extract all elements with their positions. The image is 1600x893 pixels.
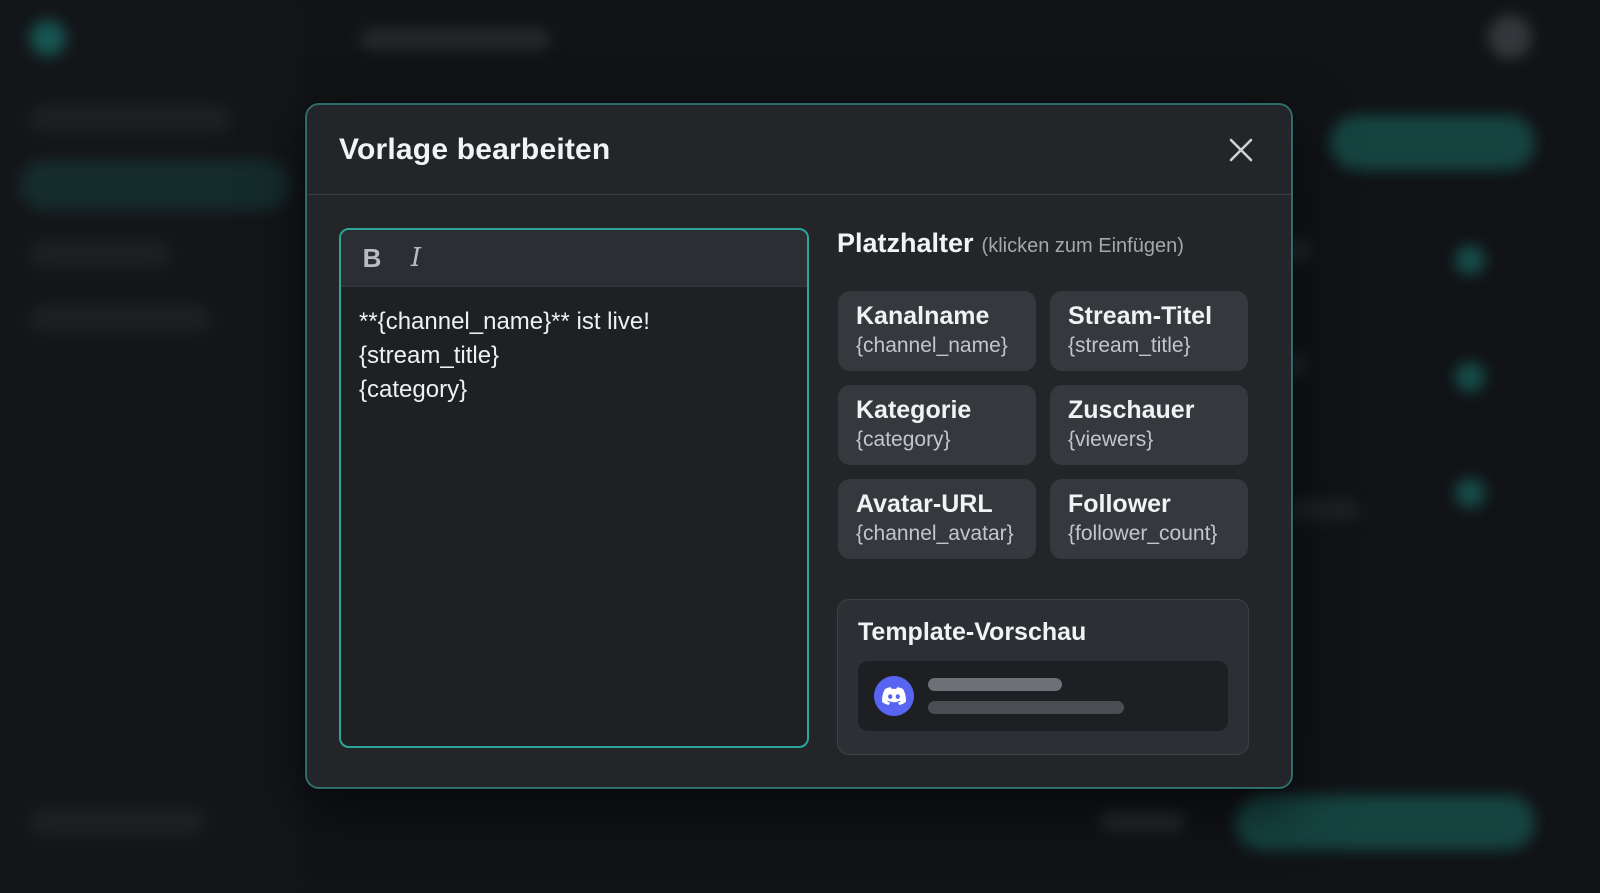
- bold-button[interactable]: B: [361, 243, 383, 274]
- template-editor[interactable]: B I **{channel_name}** ist live! {stream…: [339, 228, 809, 748]
- edit-template-dialog: Vorlage bearbeiten B I **{channel_name}*…: [305, 103, 1293, 789]
- editor-line: {stream_title}: [359, 342, 500, 369]
- avatar: [874, 676, 914, 716]
- placeholder-token: {stream_title}: [1068, 334, 1191, 357]
- editor-toolbar: B I: [341, 230, 807, 287]
- placeholder-token: {channel_avatar}: [856, 522, 1014, 545]
- placeholder-label: Stream-Titel: [1068, 302, 1213, 330]
- placeholders-heading: Platzhalter (klicken zum Einfügen): [837, 228, 1184, 259]
- placeholder-label: Follower: [1068, 490, 1171, 518]
- preview-title: Template-Vorschau: [858, 618, 1087, 646]
- dialog-title: Vorlage bearbeiten: [339, 132, 611, 166]
- placeholder-grid: Kanalname {channel_name} Stream-Titel {s…: [838, 291, 1248, 559]
- placeholder-label: Kanalname: [856, 302, 990, 330]
- skeleton-line: [928, 678, 1062, 691]
- editor-line: {category}: [359, 376, 468, 403]
- placeholder-stream-title[interactable]: Stream-Titel {stream_title}: [1050, 291, 1248, 371]
- placeholders-title: Platzhalter: [837, 228, 974, 258]
- preview-message: [858, 661, 1228, 731]
- close-icon: [1229, 138, 1253, 161]
- placeholder-follower[interactable]: Follower {follower_count}: [1050, 479, 1248, 559]
- editor-textarea[interactable]: **{channel_name}** ist live! {stream_tit…: [341, 287, 807, 425]
- template-preview: Template-Vorschau: [837, 599, 1249, 755]
- placeholder-label: Kategorie: [856, 396, 972, 424]
- close-button[interactable]: [1221, 130, 1261, 170]
- skeleton-line: [928, 701, 1124, 714]
- placeholder-token: {viewers}: [1068, 428, 1154, 451]
- preview-skeleton: [928, 678, 1124, 714]
- italic-button[interactable]: I: [405, 243, 427, 273]
- dialog-header: Vorlage bearbeiten: [307, 105, 1291, 195]
- placeholder-viewers[interactable]: Zuschauer {viewers}: [1050, 385, 1248, 465]
- placeholder-token: {category}: [856, 428, 951, 451]
- placeholder-label: Avatar-URL: [856, 490, 993, 518]
- placeholder-category[interactable]: Kategorie {category}: [838, 385, 1036, 465]
- discord-icon: [882, 687, 906, 705]
- placeholder-token: {channel_name}: [856, 334, 1008, 357]
- editor-line: **{channel_name}** ist live!: [359, 308, 650, 335]
- placeholders-hint: (klicken zum Einfügen): [981, 235, 1184, 257]
- placeholder-channel-name[interactable]: Kanalname {channel_name}: [838, 291, 1036, 371]
- placeholder-avatar-url[interactable]: Avatar-URL {channel_avatar}: [838, 479, 1036, 559]
- placeholder-token: {follower_count}: [1068, 522, 1218, 545]
- placeholder-label: Zuschauer: [1068, 396, 1195, 424]
